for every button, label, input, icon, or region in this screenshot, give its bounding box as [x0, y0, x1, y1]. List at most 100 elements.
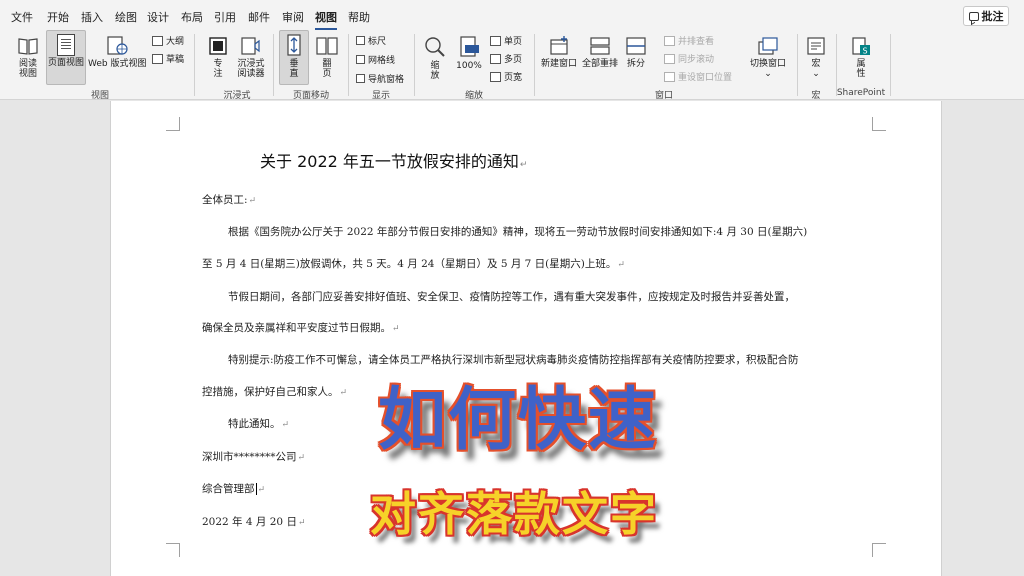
ribbon-separator — [890, 34, 891, 96]
focus-label: 专 注 — [213, 59, 223, 79]
paragraph-line[interactable]: 至 5 月 4 日(星期三)放假调休，共 5 天。4 月 24（星期日）及 5 … — [202, 256, 625, 271]
immersive-reader-icon — [241, 37, 260, 55]
paragraph-mark: ↵ — [297, 518, 306, 528]
paragraph-3-line-2: 控措施，保护好自己和家人。 — [202, 386, 339, 398]
properties-label: 属 性 — [856, 59, 866, 79]
company-line[interactable]: 深圳市********公司↵ — [202, 449, 305, 464]
draft-label: 草稿 — [166, 55, 185, 65]
ribbon-separator — [194, 34, 195, 96]
new-window-label: 新建窗口 — [540, 59, 577, 69]
ribbon-separator — [348, 34, 349, 96]
date-line[interactable]: 2022 年 4 月 20 日↵ — [202, 514, 306, 529]
macros-label: 宏 — [811, 59, 821, 69]
zoom-100-button[interactable]: 100% — [454, 33, 484, 85]
outline-button[interactable]: 大纲 — [152, 34, 184, 47]
paragraph-mark: ↵ — [339, 388, 348, 398]
document-title[interactable]: 关于 2022 年五一节放假安排的通知↵ — [260, 148, 527, 172]
sync-scroll-icon — [664, 53, 675, 64]
arrange-all-label: 全部重排 — [581, 59, 618, 69]
ruler-label: 标尺 — [368, 37, 387, 47]
ribbon-separator — [534, 34, 535, 96]
paragraph-line[interactable]: 控措施，保护好自己和家人。↵ — [202, 384, 347, 399]
ruler-checkbox[interactable]: 标尺 — [356, 34, 386, 47]
salutation-text: 全体员工: — [202, 194, 248, 206]
zoom-100-icon — [460, 36, 479, 57]
print-layout-button[interactable]: 页面视图 — [46, 30, 86, 85]
paragraph-mark: ↵ — [281, 420, 290, 430]
tab-file[interactable]: 文件 — [11, 9, 33, 25]
paragraph-line[interactable]: 节假日期间，各部门应妥善安排好值班、安全保卫、疫情防控等工作，遇有重大突发事件，… — [228, 289, 795, 304]
side-to-side-icon — [316, 37, 338, 55]
paragraph-2-line-2: 确保全员及亲属祥和平安度过节日假期。 — [202, 322, 391, 334]
draft-button[interactable]: 草稿 — [152, 52, 184, 65]
split-button[interactable]: 拆分 — [622, 33, 650, 85]
side-by-side-button[interactable]: 并排查看 — [664, 34, 714, 47]
macros-button[interactable]: 宏 ⌄ — [803, 33, 829, 85]
tab-layout[interactable]: 布局 — [181, 9, 203, 25]
side-to-side-button[interactable]: 翻 页 — [312, 33, 342, 85]
vertical-scroll-icon — [287, 34, 301, 56]
one-page-button[interactable]: 单页 — [490, 34, 522, 47]
tab-draw[interactable]: 绘图 — [115, 9, 137, 25]
overlay-title: 如何快速 — [378, 381, 659, 460]
tab-home[interactable]: 开始 — [47, 9, 69, 25]
tab-insert[interactable]: 插入 — [81, 9, 103, 25]
salutation-line[interactable]: 全体员工:↵ — [202, 192, 256, 207]
arrange-all-button[interactable]: 全部重排 — [580, 33, 620, 85]
one-page-label: 单页 — [504, 37, 523, 47]
paragraph-line[interactable]: 根据《国务院办公厅关于 2022 年部分节假日安排的通知》精神，现将五一劳动节放… — [228, 224, 807, 239]
tab-review[interactable]: 审阅 — [282, 9, 304, 25]
gridlines-checkbox[interactable]: 网格线 — [356, 53, 395, 66]
text-cursor — [255, 483, 257, 495]
comments-button[interactable]: 批注 — [963, 6, 1009, 26]
page-width-icon — [490, 71, 501, 82]
read-mode-button[interactable]: 阅读 视图 — [12, 33, 44, 85]
navigation-pane-checkbox[interactable]: 导航窗格 — [356, 72, 404, 85]
new-window-button[interactable]: 新建窗口 — [540, 33, 578, 85]
switch-windows-label: 切换窗口 — [749, 59, 786, 69]
focus-button[interactable]: 专 注 — [204, 33, 232, 85]
margin-corner-mark — [872, 543, 886, 557]
closing-line[interactable]: 特此通知。↵ — [228, 416, 289, 431]
sync-scroll-button[interactable]: 同步滚动 — [664, 52, 714, 65]
vertical-button[interactable]: 垂 直 — [279, 30, 309, 85]
navigation-pane-label: 导航窗格 — [368, 75, 405, 85]
properties-button[interactable]: S 属 性 — [848, 33, 874, 85]
multiple-pages-button[interactable]: 多页 — [490, 52, 522, 65]
side-by-side-icon — [664, 35, 675, 46]
split-icon — [626, 37, 646, 55]
ribbon-separator — [797, 34, 798, 96]
sync-scroll-label: 同步滚动 — [678, 55, 715, 65]
tab-help[interactable]: 帮助 — [348, 9, 370, 25]
reset-window-position-button[interactable]: 重设窗口位置 — [664, 70, 732, 83]
tab-view[interactable]: 视图 — [315, 9, 337, 30]
comments-label: 批注 — [981, 10, 1004, 23]
views-group-label: 视图 — [90, 91, 110, 101]
tab-design[interactable]: 设计 — [147, 9, 169, 25]
page-width-button[interactable]: 页宽 — [490, 70, 522, 83]
immersive-reader-button[interactable]: 沉浸式 阅读器 — [235, 33, 267, 85]
tab-references[interactable]: 引用 — [214, 9, 236, 25]
switch-windows-button[interactable]: 切换窗口 ⌄ — [748, 33, 788, 85]
closing-text: 特此通知。 — [228, 418, 281, 430]
book-icon — [18, 38, 38, 55]
chevron-down-icon: ⌄ — [812, 69, 820, 79]
paragraph-mark: ↵ — [617, 260, 625, 270]
zoom-button[interactable]: 缩 放 — [421, 33, 449, 85]
tab-mailings[interactable]: 邮件 — [248, 9, 270, 25]
magnifier-icon — [425, 37, 445, 57]
chevron-down-icon: ⌄ — [764, 69, 772, 79]
gridlines-label: 网格线 — [368, 56, 396, 66]
menu-bar: 文件 开始 插入 绘图 设计 布局 引用 邮件 审阅 视图 帮助 批注 — [0, 0, 1024, 30]
web-layout-label: Web 版式视图 — [88, 59, 147, 69]
page-width-label: 页宽 — [504, 73, 523, 83]
vertical-label: 垂 直 — [289, 59, 299, 79]
department-line[interactable]: 综合管理部 ↵ — [202, 481, 265, 496]
side-by-side-label: 并排查看 — [678, 37, 715, 47]
web-layout-button[interactable]: Web 版式视图 — [88, 33, 146, 85]
company-text: 深圳市********公司 — [202, 451, 297, 463]
draft-icon — [152, 53, 163, 64]
immersive-group-label: 沉浸式 — [223, 91, 251, 101]
paragraph-line[interactable]: 确保全员及亲属祥和平安度过节日假期。↵ — [202, 320, 400, 335]
date-text: 2022 年 4 月 20 日 — [202, 516, 297, 528]
